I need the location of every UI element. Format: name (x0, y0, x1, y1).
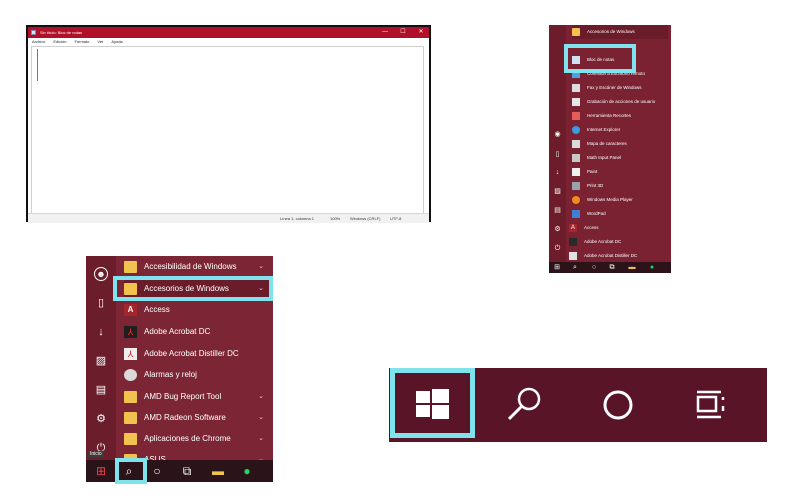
cortana-icon[interactable] (603, 390, 633, 420)
text-caret (37, 49, 38, 81)
user-icon[interactable]: ◉ (553, 130, 562, 139)
folder-icon (124, 391, 137, 403)
user-icon[interactable]: ☻ (94, 267, 108, 281)
acrobat-distiller-icon (569, 252, 577, 260)
task-view-icon[interactable]: ⧉ (606, 263, 618, 272)
taskbar-small: ⊞ ⌕ ○ ⧉ ▬ ● (549, 262, 671, 273)
acrobat-icon: ⅄ (124, 326, 137, 338)
list-item-acrobat[interactable]: ⅄ Adobe Acrobat DC (124, 321, 270, 343)
status-zoom: 100% (330, 216, 341, 221)
search-icon[interactable]: ⌕ (569, 263, 581, 272)
pictures-icon[interactable]: ▨ (94, 354, 108, 368)
text-editor[interactable] (31, 46, 424, 214)
menu-ver[interactable]: Ver (97, 39, 103, 44)
snipping-tool-icon (572, 112, 580, 120)
list-item-acrobat-distiller[interactable]: ⅄ Adobe Acrobat Distiller DC (124, 343, 270, 365)
notepad-window: Sin título: Bloc de notas — ☐ ✕ Archivo E… (26, 25, 431, 223)
chevron-down-icon: ⌄ (258, 263, 264, 270)
documents-icon[interactable]: ▯ (94, 296, 108, 310)
chevron-down-icon: ⌄ (258, 414, 264, 421)
menu-edicion[interactable]: Edición (53, 39, 66, 44)
list-item-access[interactable]: A Access (124, 299, 270, 321)
wordpad-icon (572, 210, 580, 218)
acrobat-distiller-icon: ⅄ (124, 348, 137, 360)
status-position: Línea 1, columna 1 (280, 216, 315, 221)
highlight-accesorios (113, 276, 273, 301)
documents-icon[interactable]: ▯ (553, 150, 562, 159)
status-line-ending: Windows (CRLF) (350, 216, 381, 221)
list-item-alarmas[interactable]: Alarmas y reloj (124, 364, 270, 386)
power-icon[interactable]: ⏻ (553, 244, 562, 253)
list-item-accesibilidad[interactable]: Accesibilidad de Windows ⌄ (124, 256, 270, 278)
downloads-icon[interactable]: ↓ (94, 325, 108, 339)
list-item-amd-bug-report[interactable]: AMD Bug Report Tool ⌄ (124, 386, 270, 408)
pictures-icon[interactable]: ▨ (553, 187, 562, 196)
window-title: Sin título: Bloc de notas (40, 30, 83, 35)
status-encoding: UTF-8 (390, 216, 402, 221)
windows-start-icon[interactable]: ⊞ (551, 263, 563, 272)
maximize-button[interactable]: ☐ (396, 27, 410, 38)
cortana-icon[interactable]: ○ (588, 263, 600, 272)
menu-formato[interactable]: Formato (74, 39, 89, 44)
spotify-icon[interactable]: ● (238, 463, 256, 479)
highlight-bloc-de-notas (564, 44, 636, 73)
highlight-start-button (390, 368, 475, 438)
start-tooltip: Inicio (88, 451, 104, 457)
cortana-icon[interactable]: ○ (148, 463, 166, 479)
steps-recorder-icon (572, 98, 580, 106)
network-icon[interactable]: ▤ (553, 206, 562, 215)
print-3d-icon (572, 182, 580, 190)
chevron-down-icon: ⌄ (258, 393, 264, 400)
file-explorer-icon[interactable]: ▬ (626, 263, 638, 272)
downloads-icon[interactable]: ↓ (553, 168, 562, 177)
access-icon: A (124, 304, 137, 316)
folder-icon (124, 412, 137, 424)
acrobat-icon (569, 238, 577, 246)
menu-archivo[interactable]: Archivo (32, 39, 45, 44)
task-view-icon[interactable]: ⧉ (178, 463, 196, 479)
list-item-amd-radeon[interactable]: AMD Radeon Software ⌄ (124, 407, 270, 429)
status-bar: Línea 1, columna 1 100% Windows (CRLF) U… (28, 213, 429, 223)
highlight-search (115, 458, 147, 484)
task-view-icon[interactable] (696, 390, 725, 419)
network-icon[interactable]: ▤ (94, 383, 108, 397)
menu-ayuda[interactable]: Ayuda (111, 39, 122, 44)
minimize-button[interactable]: — (378, 27, 392, 38)
paint-icon (572, 168, 580, 176)
access-icon: A (569, 224, 577, 232)
settings-icon[interactable]: ⚙ (553, 225, 562, 234)
start-rail: ☻ ▯ ↓ ▨ ▤ ⚙ ⏻ (86, 256, 116, 460)
windows-start-icon[interactable]: ⊞ (92, 463, 110, 479)
internet-explorer-icon (572, 126, 580, 134)
list-item-chrome-apps[interactable]: Aplicaciones de Chrome ⌄ (124, 428, 270, 450)
search-icon[interactable] (507, 387, 541, 421)
folder-icon (572, 28, 580, 36)
list-item-accesorios[interactable]: Accesorios de Windows (572, 25, 668, 39)
spotify-icon[interactable]: ● (646, 263, 658, 272)
clock-icon (124, 369, 137, 381)
math-input-icon (572, 154, 580, 162)
media-player-icon (572, 196, 580, 204)
character-map-icon (572, 140, 580, 148)
notepad-icon (31, 30, 36, 35)
folder-icon (124, 261, 137, 273)
notepad-title-bar[interactable]: Sin título: Bloc de notas — ☐ ✕ (28, 27, 429, 38)
file-explorer-icon[interactable]: ▬ (209, 463, 227, 479)
fax-icon (572, 84, 580, 92)
close-button[interactable]: ✕ (414, 27, 428, 38)
settings-icon[interactable]: ⚙ (94, 412, 108, 426)
folder-icon (124, 433, 137, 445)
chevron-down-icon: ⌄ (258, 435, 264, 442)
menu-bar: Archivo Edición Formato Ver Ayuda (28, 38, 429, 46)
